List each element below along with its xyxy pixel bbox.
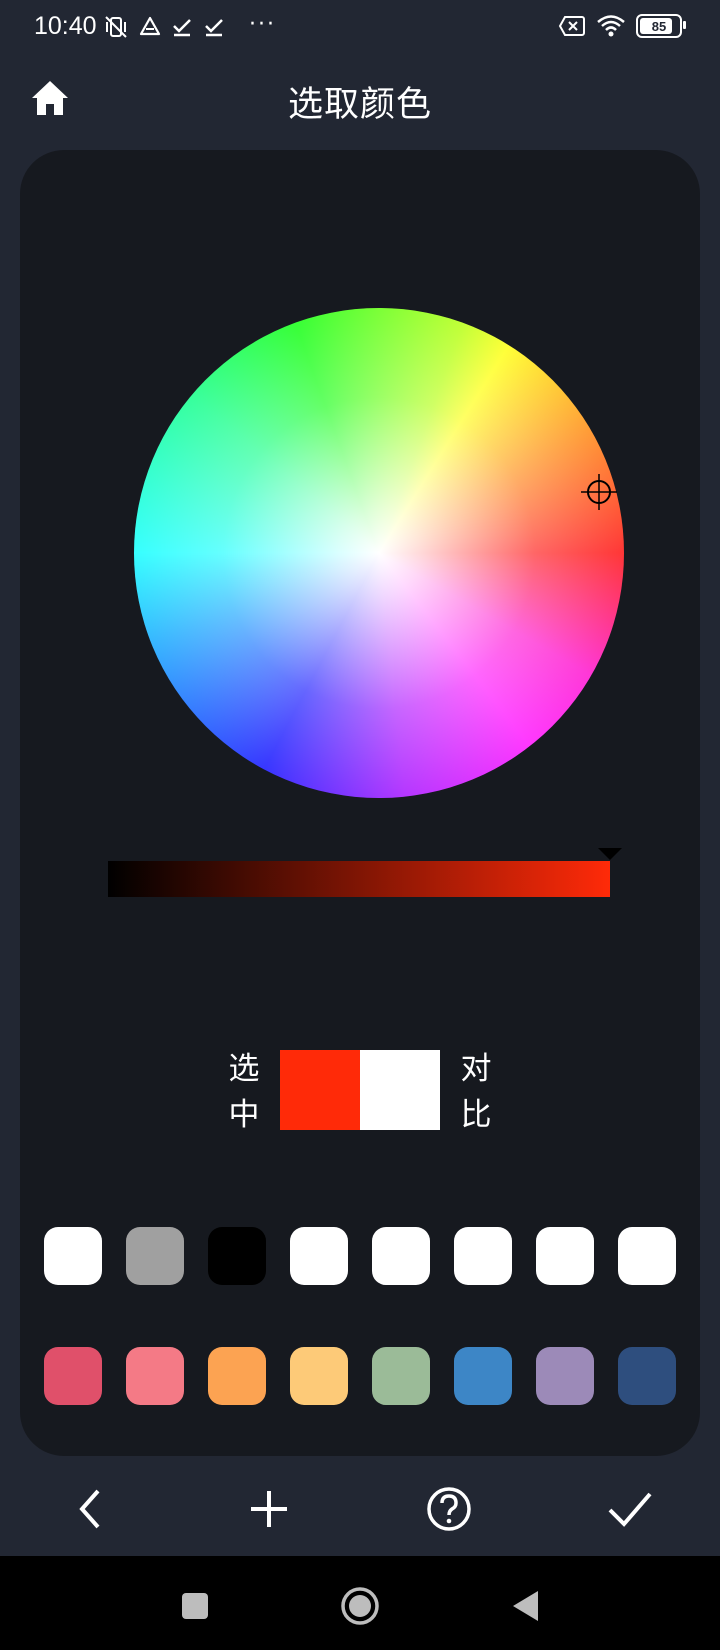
color-swatch[interactable]: [454, 1227, 512, 1285]
home-nav-button[interactable]: [340, 1586, 380, 1626]
color-swatch[interactable]: [372, 1227, 430, 1285]
confirm-button[interactable]: [603, 1482, 657, 1536]
brightness-slider-handle[interactable]: [598, 848, 622, 860]
color-swatch[interactable]: [618, 1227, 676, 1285]
back-nav-icon: [513, 1591, 538, 1621]
color-swatch[interactable]: [372, 1347, 430, 1405]
brightness-slider[interactable]: [108, 861, 610, 897]
recents-button[interactable]: [175, 1586, 215, 1626]
color-swatch[interactable]: [454, 1347, 512, 1405]
bottom-toolbar: [0, 1470, 720, 1544]
drive-icon: [139, 16, 161, 36]
add-icon: [251, 1491, 287, 1527]
color-swatch[interactable]: [536, 1347, 594, 1405]
compare-label-line2: 比: [460, 1097, 492, 1133]
color-wheel[interactable]: [134, 308, 624, 798]
home-nav-icon: [341, 1587, 379, 1625]
back-icon: [79, 1489, 100, 1529]
swatch-row-custom: [44, 1227, 676, 1285]
selected-label-line2: 中: [228, 1097, 260, 1133]
system-nav-bar: [0, 1556, 720, 1650]
wifi-icon: [597, 15, 625, 37]
color-swatch[interactable]: [208, 1347, 266, 1405]
color-swatch[interactable]: [208, 1227, 266, 1285]
selected-label-line1: 选: [228, 1051, 260, 1087]
color-swatch[interactable]: [536, 1227, 594, 1285]
back-button[interactable]: [64, 1482, 118, 1536]
back-nav-button[interactable]: [505, 1586, 545, 1626]
app-bar: 选取颜色: [0, 56, 720, 142]
color-swatch[interactable]: [618, 1347, 676, 1405]
sim-off-icon: [558, 16, 585, 36]
color-swatch[interactable]: [126, 1227, 184, 1285]
color-swatch[interactable]: [290, 1347, 348, 1405]
compare-label: 对 比: [456, 1046, 496, 1138]
compare-color-swatch[interactable]: [360, 1050, 440, 1130]
status-bar: 10:40 ··· 85: [0, 0, 720, 54]
color-swatch[interactable]: [44, 1347, 102, 1405]
help-button[interactable]: [422, 1482, 476, 1536]
add-button[interactable]: [242, 1482, 296, 1536]
vibrate-off-icon: [105, 16, 127, 38]
crosshair-icon[interactable]: [581, 474, 617, 510]
status-time: 10:40: [34, 12, 97, 40]
color-swatch[interactable]: [126, 1347, 184, 1405]
check-icon: [205, 19, 223, 37]
help-icon: [427, 1487, 471, 1531]
more-notifications-icon: ···: [249, 11, 276, 37]
check-icon: [173, 19, 191, 37]
color-picker-panel: 选 中 对 比: [20, 150, 700, 1456]
confirm-icon: [608, 1492, 652, 1527]
page-title: 选取颜色: [287, 85, 432, 125]
status-icons-right: 85: [558, 14, 686, 38]
status-icons-left: ···: [103, 11, 276, 40]
recents-icon: [182, 1593, 208, 1619]
battery-level: 85: [651, 18, 667, 34]
selected-label: 选 中: [224, 1046, 264, 1138]
selected-color-swatch: [280, 1050, 360, 1130]
color-swatch[interactable]: [44, 1227, 102, 1285]
color-wheel-saturation: [134, 308, 624, 798]
color-compare: 选 中 对 比: [20, 1050, 700, 1133]
color-swatch[interactable]: [290, 1227, 348, 1285]
swatch-row-preset: [44, 1347, 676, 1405]
battery-icon: 85: [636, 14, 686, 38]
compare-label-line1: 对: [460, 1051, 492, 1087]
